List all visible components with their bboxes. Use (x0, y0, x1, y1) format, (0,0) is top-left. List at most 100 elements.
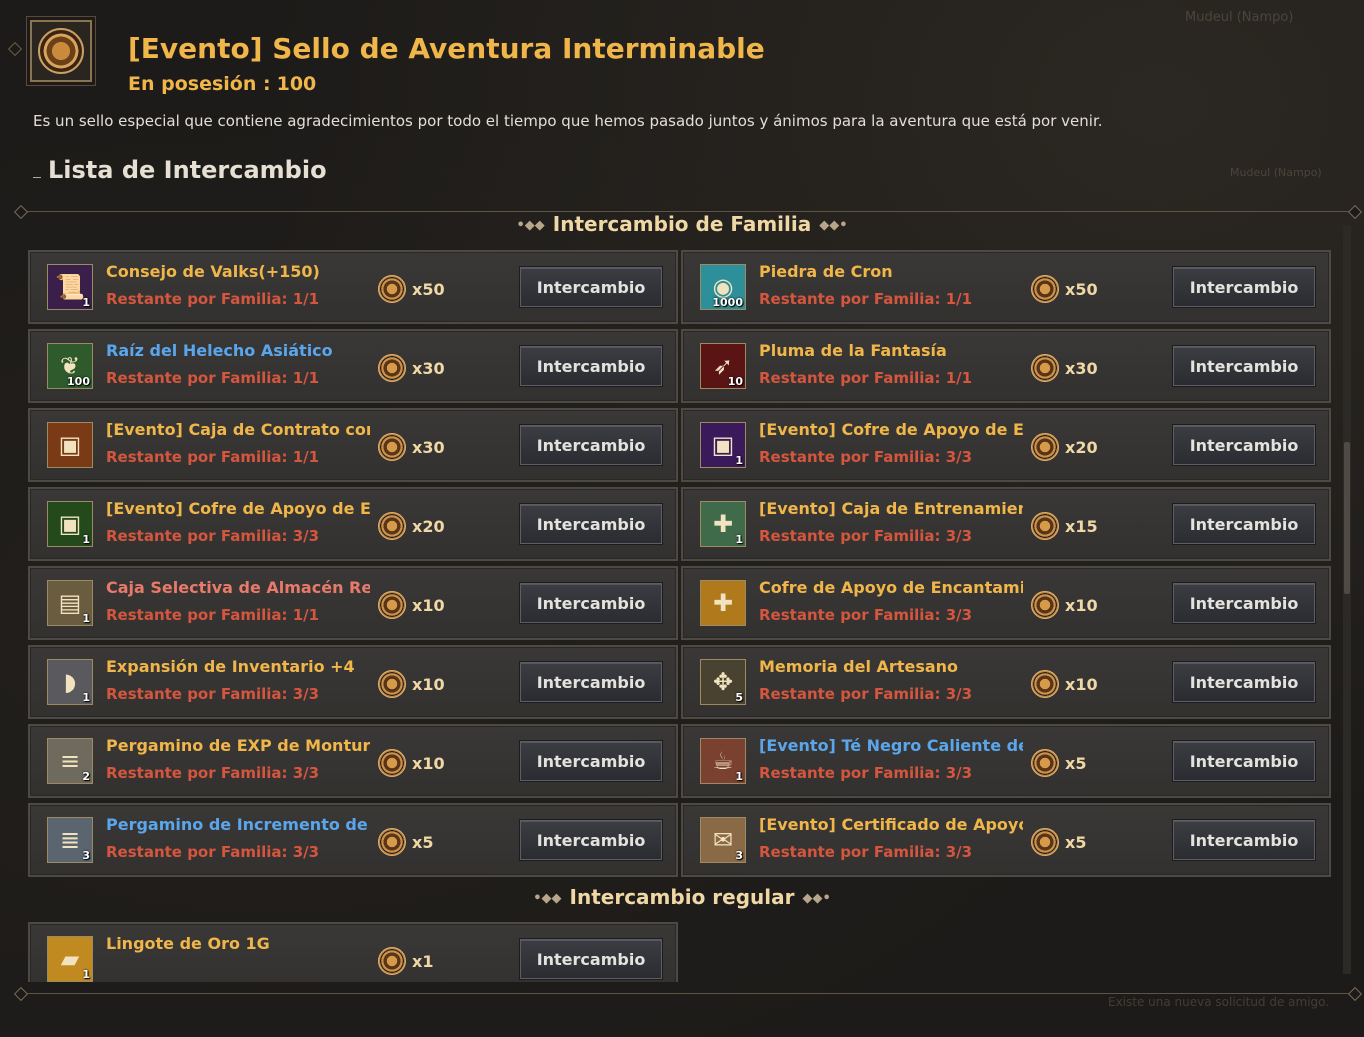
remaining-limit: Restante por Familia: 1/1 (106, 606, 320, 624)
remaining-limit: Restante por Familia: 3/3 (759, 764, 973, 782)
bg-location-label: Mudeul (Nampo) (1185, 10, 1294, 25)
item-name: Caja Selectiva de Almacén Respl... (106, 578, 370, 597)
exchange-button[interactable]: Intercambio (1173, 504, 1315, 544)
exchange-item-card: ✚1 [Evento] Caja de Entrenamiento ... Rest… (681, 487, 1331, 561)
bg-location-label-2: Mudeul (Nampo) (1230, 166, 1322, 179)
exchange-cost: x5 (378, 828, 433, 856)
exchange-cost: x20 (378, 512, 445, 540)
exchange-cost: x10 (1031, 670, 1098, 698)
drop-scroll-icon[interactable]: ≣ 3 (47, 817, 93, 863)
ornament-right-icon: ◆◆• (802, 891, 831, 906)
exchange-item-card: ≣3 Pergamino de Incremento de Dr... Restan… (28, 803, 678, 877)
gift-icon[interactable]: ✚ 1 (700, 501, 746, 547)
item-quantity: 1 (735, 770, 743, 783)
ornament-right-icon: ◆◆• (819, 218, 848, 233)
item-name: [Evento] Caja de Entrenamiento ... (759, 499, 1023, 518)
exchange-item-card: ❦ 100 Raíz del Helecho Asiático Restante po… (28, 329, 678, 403)
exchange-button[interactable]: Intercambio (520, 662, 662, 702)
page-title: [Evento] Sello de Aventura Interminable (128, 32, 765, 65)
item-quantity: 1 (735, 454, 743, 467)
mount-scroll-icon[interactable]: ≡ 2 (47, 738, 93, 784)
exchange-button[interactable]: Intercambio (1173, 425, 1315, 465)
coin-icon (378, 749, 406, 777)
item-quantity: 3 (735, 849, 743, 862)
gold-bar-icon[interactable]: ▰ 1 (47, 936, 93, 982)
tea-icon[interactable]: ☕ 1 (700, 738, 746, 784)
item-name: [Evento] Cofre de Apoyo de Enc... (759, 420, 1023, 439)
remaining-limit: Restante por Familia: 1/1 (106, 369, 320, 387)
exchange-item-card: 📜 1 Consejo de Valks(+150) Restante por Fam… (28, 250, 678, 324)
item-quantity: 1 (82, 533, 90, 546)
item-name: Pluma de la Fantasía (759, 341, 947, 360)
collapse-icon[interactable] (33, 170, 41, 178)
item-quantity: 2 (82, 770, 90, 783)
scrollbar-thumb[interactable] (1344, 442, 1350, 594)
coin-icon (1031, 591, 1059, 619)
exchange-button[interactable]: Intercambio (520, 504, 662, 544)
regular-exchange-header: •◆◆ Intercambio regular ◆◆• (533, 885, 831, 909)
pendant-icon[interactable]: ✥ 5 (700, 659, 746, 705)
green-box-icon[interactable]: ▣ 1 (47, 501, 93, 547)
exchange-list-title: Lista de Intercambio (48, 156, 327, 184)
exchange-button[interactable]: Intercambio (520, 267, 662, 307)
exchange-button[interactable]: Intercambio (1173, 662, 1315, 702)
exchange-button[interactable]: Intercambio (1173, 583, 1315, 623)
family-exchange-header: •◆◆ Intercambio de Familia ◆◆• (516, 212, 848, 236)
exchange-button[interactable]: Intercambio (1173, 346, 1315, 386)
coin-icon (378, 947, 406, 975)
ornament-left-icon: •◆◆ (516, 218, 545, 233)
storage-box-icon[interactable]: ▤ 1 (47, 580, 93, 626)
exchange-button[interactable]: Intercambio (1173, 741, 1315, 781)
exchange-item-card: ✉3 [Evento] Certificado de Apoyo d... Rest… (681, 803, 1331, 877)
exchange-item-card: ◗ 1 Expansión de Inventario +4 Restante por… (28, 645, 678, 719)
item-quantity: 1 (82, 612, 90, 625)
exchange-button[interactable]: Intercambio (520, 939, 662, 979)
coin-icon (378, 828, 406, 856)
exchange-button[interactable]: Intercambio (520, 820, 662, 860)
coin-icon (378, 275, 406, 303)
crystal-icon[interactable]: ◉ 1000 (700, 264, 746, 310)
chest-icon[interactable]: ▣ (47, 422, 93, 468)
exchange-cost: x1 (378, 947, 433, 975)
remaining-limit: Restante por Familia: 1/1 (106, 448, 320, 466)
bag-icon[interactable]: ◗ 1 (47, 659, 93, 705)
bg-notification: Existe una nueva solicitud de amigo. (1108, 995, 1330, 1009)
remaining-limit: Restante por Familia: 3/3 (759, 606, 973, 624)
golden-gift-icon[interactable]: ✚ (700, 580, 746, 626)
item-quantity: 100 (67, 375, 90, 388)
exchange-cost: x30 (378, 354, 445, 382)
scrollbar[interactable] (1343, 226, 1351, 974)
coin-icon (378, 512, 406, 540)
item-name: [Evento] Cofre de Apoyo de Enc... (106, 499, 370, 518)
purple-box-icon[interactable]: ▣ 1 (700, 422, 746, 468)
coin-icon (1031, 670, 1059, 698)
item-name: [Evento] Té Negro Caliente de L... (759, 736, 1023, 755)
item-name: Raíz del Helecho Asiático (106, 341, 333, 360)
item-name: Cofre de Apoyo de Encantamien... (759, 578, 1023, 597)
item-name: Lingote de Oro 1G (106, 934, 270, 953)
coin-icon (1031, 433, 1059, 461)
exchange-button[interactable]: Intercambio (1173, 820, 1315, 860)
exchange-button[interactable]: Intercambio (520, 583, 662, 623)
exchange-button[interactable]: Intercambio (1173, 267, 1315, 307)
item-name: Memoria del Artesano (759, 657, 959, 676)
remaining-limit: Restante por Familia: 1/1 (759, 290, 973, 308)
feather-icon[interactable]: ➶ 10 (700, 343, 746, 389)
scroll-icon[interactable]: 📜 1 (47, 264, 93, 310)
certificate-icon[interactable]: ✉ 3 (700, 817, 746, 863)
exchange-button[interactable]: Intercambio (520, 425, 662, 465)
exchange-cost: x5 (1031, 749, 1086, 777)
exchange-button[interactable]: Intercambio (520, 346, 662, 386)
exchange-button[interactable]: Intercambio (520, 741, 662, 781)
fern-icon[interactable]: ❦ 100 (47, 343, 93, 389)
decor-diamond (7, 41, 23, 57)
remaining-limit: Restante por Familia: 3/3 (106, 527, 320, 545)
remaining-limit: Restante por Familia: 3/3 (106, 843, 320, 861)
remaining-limit: Restante por Familia: 3/3 (759, 527, 973, 545)
item-quantity: 3 (82, 849, 90, 862)
exchange-cost: x10 (378, 670, 445, 698)
exchange-cost: x10 (378, 749, 445, 777)
item-quantity: 1 (735, 533, 743, 546)
exchange-cost: x20 (1031, 433, 1098, 461)
coin-icon (378, 670, 406, 698)
